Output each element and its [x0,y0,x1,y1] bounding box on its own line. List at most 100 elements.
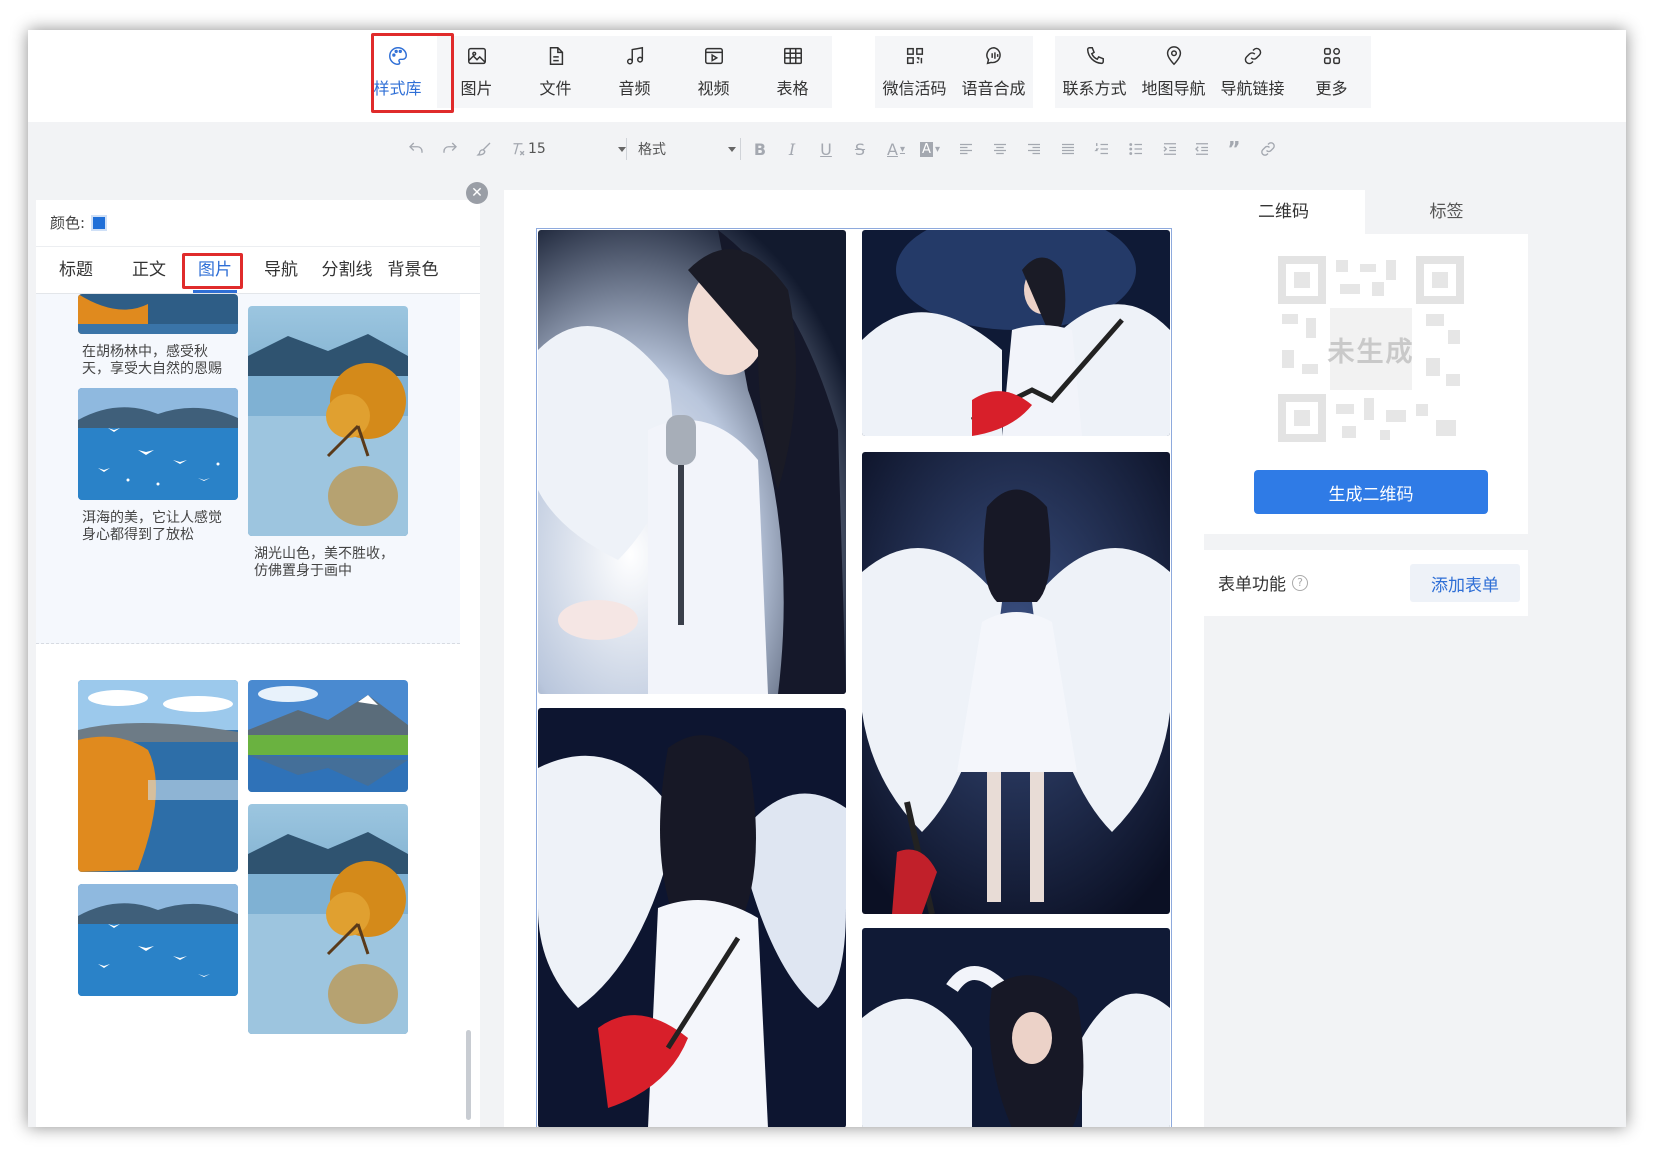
tool-video[interactable]: 视频 [674,36,753,108]
image-style-template-2[interactable] [36,646,460,1127]
justify-icon [1062,143,1074,155]
undo-icon [409,142,423,153]
brush-icon [476,142,491,156]
clear-format-icon [513,143,525,156]
form-function-card: 表单功能 ? 添加表单 [1202,550,1528,616]
selection-border [536,228,1172,229]
file-icon [549,47,563,65]
toolbar-group-wechat: 微信活码 语音合成 [875,36,1033,108]
palette-icon [388,47,407,65]
photo-angel-closeup[interactable] [862,928,1170,1127]
qrcode-status: 未生成 [1327,337,1415,368]
color-swatch[interactable] [91,214,108,231]
insert-link-button[interactable] [1256,136,1280,162]
redo-button[interactable] [438,136,462,162]
editor-canvas[interactable] [504,190,1204,1127]
help-icon[interactable]: ? [1292,574,1308,591]
tool-more[interactable]: 更多 [1292,36,1371,108]
tab-title[interactable]: 标题 [36,247,116,293]
italic-button[interactable]: I [780,136,804,162]
generate-qrcode-button[interactable]: 生成二维码 [1254,470,1488,514]
selection-border [536,228,537,1127]
tool-audio[interactable]: 音频 [595,36,674,108]
align-right-button[interactable] [1022,136,1046,162]
tab-background-color[interactable]: 背景色 [380,247,446,293]
quote-button[interactable]: ” [1222,136,1246,162]
align-center-button[interactable] [988,136,1012,162]
form-function-label: 表单功能 ? [1218,570,1308,595]
indent-button[interactable] [1158,136,1182,162]
highlight-color-button[interactable]: A ▾ [914,136,946,162]
tab-navigation[interactable]: 导航 [248,247,314,293]
tool-nav-link[interactable]: 导航链接 [1213,36,1292,108]
color-picker-row: 颜色: [50,212,108,233]
close-panel-button[interactable]: ✕ [466,182,488,204]
tab-qrcode[interactable]: 二维码 [1202,190,1365,234]
caption-lake: 湖光山色，美不胜收，仿佛置身于画中 [254,546,394,579]
image-style-template-1[interactable]: 在胡杨林中，感受秋天，享受大自然的恩赐 洱海的美，它让人感觉身心都得到了放松 湖… [36,294,460,644]
align-center-icon [994,143,1006,155]
right-panel-tabs: 二维码 标签 [1202,190,1528,234]
toolbar-group-contact: 联系方式 地图导航 导航链接 更多 [1055,36,1371,108]
voice-icon [985,47,1001,65]
panel-scrollbar[interactable] [466,1030,471,1120]
photo-angel-guitar-2[interactable] [538,708,846,1127]
tool-map-navigation[interactable]: 地图导航 [1134,36,1213,108]
style-library-panel: 颜色: 标题 正文 图片 导航 分割线 背景色 在胡杨林中，感受秋天，享受大自然… [36,200,480,1127]
font-size-select[interactable]: 15 [526,136,626,162]
link-icon [1261,142,1275,156]
thumbnail-lake-tree [248,306,408,536]
music-icon [626,46,643,65]
add-form-button[interactable]: 添加表单 [1410,564,1520,602]
chevron-down-icon [728,146,736,152]
photo-angel-walking[interactable] [862,452,1170,914]
align-right-icon [1028,143,1040,155]
tool-contact[interactable]: 联系方式 [1055,36,1134,108]
table-icon [783,47,802,65]
qrcode-card: 未生成 生成二维码 [1202,234,1528,534]
image-icon [467,47,486,65]
selection-border [1171,228,1172,1127]
bold-button[interactable]: B [748,136,772,162]
tool-voice-synthesis[interactable]: 语音合成 [954,36,1033,108]
link-icon [1244,47,1261,65]
align-left-button[interactable] [954,136,978,162]
chevron-down-icon [618,146,626,152]
ordered-list-button[interactable] [1090,136,1114,162]
tool-wechat-qrcode[interactable]: 微信活码 [875,36,954,108]
bullet-list-button[interactable] [1124,136,1148,162]
outdent-button[interactable] [1190,136,1214,162]
underline-button[interactable]: U [814,136,838,162]
paragraph-format-select[interactable]: 格式 [638,136,736,162]
tab-tags[interactable]: 标签 [1365,190,1528,234]
photo-angel-guitar-1[interactable] [862,230,1170,436]
phone-icon [1086,47,1104,65]
tab-body-text[interactable]: 正文 [116,247,182,293]
redo-icon [443,142,457,153]
strikethrough-button[interactable]: S [848,136,872,162]
close-icon: ✕ [471,185,483,201]
caption-autumn: 在胡杨林中，感受秋天，享受大自然的恩赐 [82,344,222,377]
tool-image[interactable]: 图片 [437,36,516,108]
outdent-icon [1195,143,1208,155]
thumbnail-erhai-seagulls [78,388,238,500]
insert-toolbar: 样式库 图片 文件 音频 视频 表格 微信活码 语音合成 联系方式 地图导航 导… [28,30,1626,122]
font-color-button[interactable]: A ▾ [880,136,912,162]
tab-divider[interactable]: 分割线 [314,247,380,293]
thumbnail-erhai-seagulls [78,884,238,996]
tab-image[interactable]: 图片 [182,247,248,293]
divider [626,138,627,160]
tool-table[interactable]: 表格 [753,36,832,108]
format-painter-button[interactable] [472,136,496,162]
tool-style-library[interactable]: 样式库 [358,36,437,108]
indent-icon [1163,143,1176,155]
undo-button[interactable] [404,136,428,162]
tool-file[interactable]: 文件 [516,36,595,108]
caption-erhai: 洱海的美，它让人感觉身心都得到了放松 [82,510,222,543]
align-left-icon [960,143,972,155]
justify-button[interactable] [1056,136,1080,162]
format-toolbar: 15 格式 B I U S A ▾ A ▾ ” [28,122,1626,176]
editor-window: 样式库 图片 文件 音频 视频 表格 微信活码 语音合成 联系方式 地图导航 导… [28,30,1626,1127]
thumbnail-lake-tree [248,804,408,1034]
photo-angel-microphone[interactable] [538,230,846,694]
